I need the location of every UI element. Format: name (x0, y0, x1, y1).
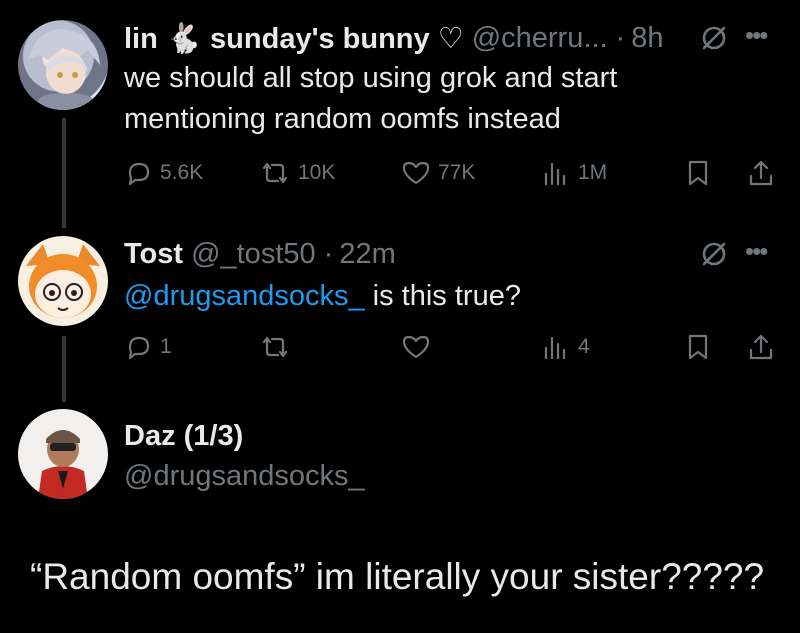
bookmark-button[interactable] (684, 158, 712, 188)
handle[interactable]: @drugsandsocks_ (124, 460, 365, 493)
thread-line (62, 118, 66, 228)
reply-count: 1 (160, 335, 172, 358)
timestamp[interactable]: 8h (631, 22, 663, 55)
repost-button[interactable]: 10K (258, 158, 335, 188)
views-button[interactable]: 1M (540, 158, 607, 188)
avatar-image (26, 244, 100, 318)
handle[interactable]: @_tost50 (191, 238, 316, 271)
thread-line (62, 336, 66, 402)
views-button[interactable]: 4 (540, 332, 590, 362)
avatar-image (38, 430, 88, 499)
share-button[interactable] (746, 332, 776, 362)
views-icon (544, 336, 566, 360)
handle[interactable]: @cherru... (472, 22, 608, 55)
grok-icon[interactable] (700, 240, 728, 273)
share-icon (749, 160, 773, 186)
more-icon[interactable]: ••• (745, 20, 768, 51)
share-button[interactable] (746, 158, 776, 188)
timestamp[interactable]: 22m (339, 238, 395, 271)
repost-button[interactable] (258, 332, 292, 362)
like-button[interactable]: 77K (400, 158, 475, 188)
tweet-header: lin 🐇 sunday's bunny ♡ @cherru... · 8h (124, 16, 663, 60)
bookmark-icon (688, 334, 708, 360)
like-button[interactable] (400, 332, 432, 362)
like-count: 77K (438, 161, 476, 184)
reply-button[interactable]: 1 (124, 332, 172, 362)
reply-count: 5.6K (160, 161, 204, 184)
share-icon (749, 334, 773, 360)
view-count: 1M (578, 161, 608, 184)
reply-icon (128, 336, 150, 360)
avatar[interactable] (18, 409, 108, 499)
views-icon (544, 162, 566, 186)
tweet-text: “Random oomfs” im literally your sister?… (30, 556, 765, 597)
heart-icon (402, 335, 430, 359)
display-name[interactable]: lin 🐇 sunday's bunny ♡ (124, 21, 464, 56)
grok-icon[interactable] (700, 24, 728, 57)
avatar-image (28, 29, 100, 110)
repost-icon (262, 162, 288, 184)
bookmark-icon (688, 160, 708, 186)
separator-dot: · (615, 21, 626, 54)
repost-icon (262, 336, 288, 358)
display-name[interactable]: Tost (124, 238, 183, 271)
tweet-text: we should all stop using grok and start … (124, 62, 618, 135)
view-count: 4 (578, 335, 590, 358)
reply-icon (128, 162, 150, 186)
heart-icon (402, 161, 430, 185)
avatar[interactable] (18, 236, 108, 326)
bookmark-button[interactable] (684, 332, 712, 362)
tweet-text: @drugsandsocks_ is this true? (124, 276, 521, 317)
tweet-header: Tost @_tost50 · 22m (124, 232, 396, 276)
tweet-text-rest: is this true? (364, 280, 521, 312)
more-icon[interactable]: ••• (745, 236, 768, 267)
avatar[interactable] (18, 20, 108, 110)
display-name[interactable]: Daz (1/3) (124, 420, 243, 453)
reply-button[interactable]: 5.6K (124, 158, 203, 188)
repost-count: 10K (298, 161, 336, 184)
separator-dot: · (323, 237, 334, 270)
mention-link[interactable]: @drugsandsocks_ (124, 280, 365, 312)
